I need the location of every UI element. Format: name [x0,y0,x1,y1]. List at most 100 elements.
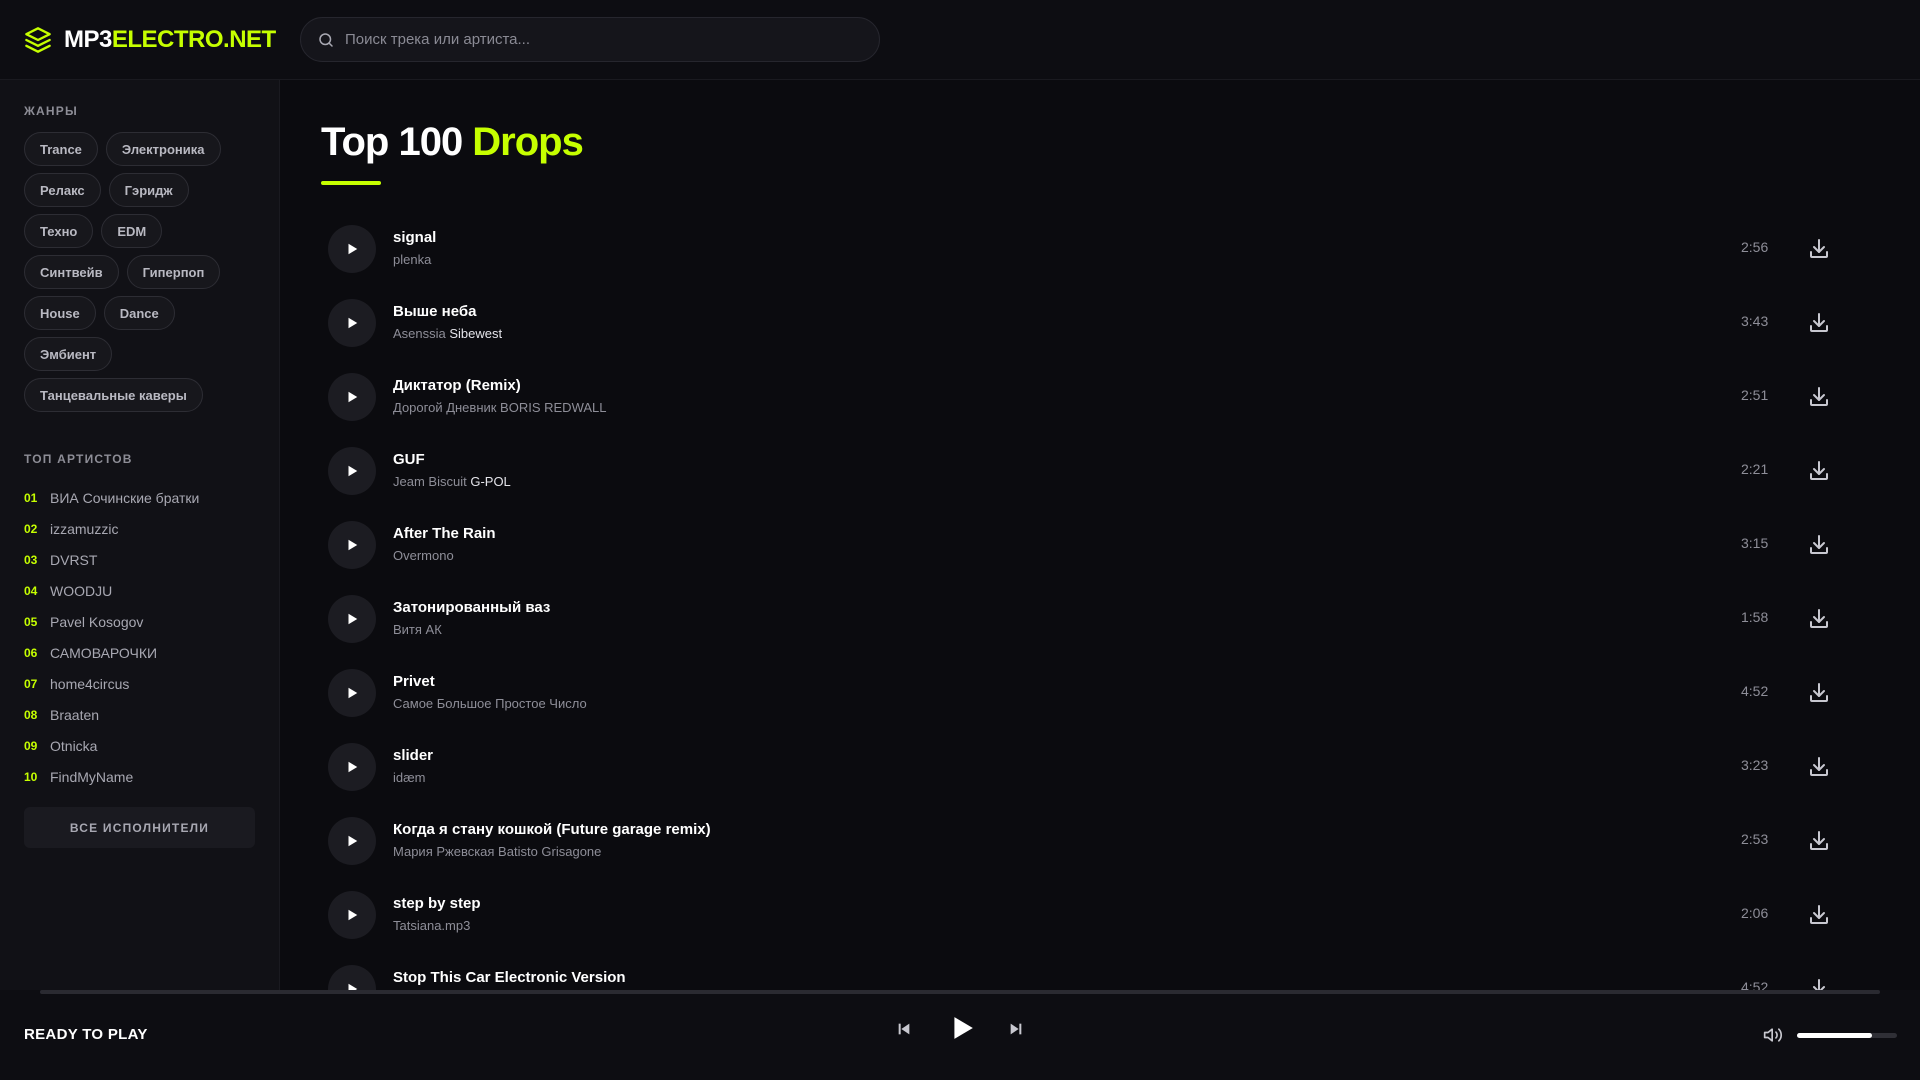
search-bar[interactable] [300,17,880,62]
track-row: Затонированный ваз Витя АК 1:58 [321,582,1881,656]
genre-tag[interactable]: Гиперпоп [126,255,221,289]
download-icon[interactable] [1807,385,1831,409]
genre-tag[interactable]: Танцевальные каверы [24,378,203,412]
header: MP3ELECTRO.NET [0,0,1920,80]
track-title[interactable]: step by step [393,894,481,914]
artist-item[interactable]: 04 WOODJU [24,575,256,606]
genre-tag[interactable]: EDM [101,214,163,248]
track-artist[interactable]: Витя АК [393,622,442,637]
track-play-button[interactable] [328,891,376,939]
logo[interactable]: MP3ELECTRO.NET [24,24,276,56]
artist-item[interactable]: 05 Pavel Kosogov [24,606,256,637]
play-icon [348,539,358,551]
play-icon [348,391,358,403]
track-info: After The Rain Overmono [393,524,496,566]
track-artist[interactable]: Самое Большое Простое Число [393,696,587,711]
track-artist[interactable]: Дорогой Дневник BORIS REDWALL [393,400,607,415]
artist-rank: 03 [24,552,38,567]
track-artist[interactable]: Jeam Biscuit [393,474,467,489]
track-artists: Overmono [393,546,496,566]
track-play-button[interactable] [328,299,376,347]
track-row: signal plenka 2:56 [321,212,1881,286]
track-title[interactable]: Privet [393,672,587,692]
track-duration: 2:51 [1741,387,1769,403]
title-underline [321,181,381,185]
track-title[interactable]: Затонированный ваз [393,598,550,618]
artist-name: Braaten [50,706,100,723]
track-play-button[interactable] [328,965,376,990]
track-row: Диктатор (Remix) Дорогой Дневник BORIS R… [321,360,1881,434]
track-artist[interactable]: Tatsiana.mp3 [393,918,470,933]
artist-item[interactable]: 02 izzamuzzic [24,513,256,544]
track-artist[interactable]: Мария Ржевская Batisto Grisagone [393,844,601,859]
genre-tag[interactable]: Электроника [105,132,221,166]
track-info: Диктатор (Remix) Дорогой Дневник BORIS R… [393,376,607,418]
download-icon[interactable] [1807,755,1831,779]
genre-tag[interactable]: House [24,296,96,330]
track-artists: Asenssia Sibewest [393,324,502,344]
track-artist[interactable]: Asenssia [393,326,446,341]
track-row: slider idæm 3:23 [321,730,1881,804]
next-button[interactable] [1005,1018,1027,1040]
genres-section: ЖАНРЫ Trance Электроника Релакс Гэридж Т… [24,104,264,412]
track-title[interactable]: Выше неба [393,302,502,322]
genre-tag[interactable]: Trance [24,132,98,166]
track-artist-secondary[interactable]: G-POL [470,474,510,489]
track-play-button[interactable] [328,447,376,495]
track-duration: 2:06 [1741,905,1769,921]
download-icon[interactable] [1807,237,1831,261]
track-artist-secondary[interactable]: Sibewest [449,326,502,341]
track-title[interactable]: Когда я стану кошкой (Future garage remi… [393,820,711,840]
download-icon[interactable] [1807,533,1831,557]
genre-tag[interactable]: Dance [103,296,175,330]
track-title[interactable]: Stop This Car Electronic Version [393,968,626,988]
all-artists-button[interactable]: ВСЕ ИСПОЛНИТЕЛИ [24,807,255,848]
search-input[interactable] [345,31,845,48]
genre-tag[interactable]: Синтвейв [24,255,119,289]
track-artist[interactable]: plenka [393,252,431,267]
artist-name: ВИА Сочинские братки [50,489,200,506]
download-icon[interactable] [1807,459,1831,483]
track-info: signal plenka [393,228,436,270]
previous-button[interactable] [893,1018,915,1040]
artist-item[interactable]: 10 FindMyName [24,761,256,792]
play-icon [348,243,358,255]
download-icon[interactable] [1807,607,1831,631]
skip-next-icon [1010,1023,1022,1035]
download-icon[interactable] [1807,311,1831,335]
artist-item[interactable]: 07 home4circus [24,668,256,699]
track-play-button[interactable] [328,595,376,643]
artist-item[interactable]: 03 DVRST [24,544,256,575]
main-play-button[interactable] [946,1012,978,1044]
artist-item[interactable]: 01 ВИА Сочинские братки [24,482,256,513]
track-play-button[interactable] [328,669,376,717]
download-icon[interactable] [1807,903,1831,927]
artist-item[interactable]: 06 САМОВАРОЧКИ [24,637,256,668]
volume-button[interactable] [1762,1024,1784,1046]
track-play-button[interactable] [328,817,376,865]
genre-tag[interactable]: Техно [24,214,94,248]
download-icon[interactable] [1807,829,1831,853]
track-artist[interactable]: Overmono [393,548,454,563]
track-title[interactable]: signal [393,228,436,248]
artist-item[interactable]: 09 Otnicka [24,730,256,761]
genre-tag[interactable]: Эмбиент [24,337,113,371]
track-play-button[interactable] [328,521,376,569]
track-artist[interactable]: idæm [393,770,426,785]
artist-item[interactable]: 08 Braaten [24,699,256,730]
track-title[interactable]: GUF [393,450,511,470]
track-play-button[interactable] [328,743,376,791]
download-icon[interactable] [1807,977,1831,990]
track-title[interactable]: After The Rain [393,524,496,544]
track-title[interactable]: slider [393,746,433,766]
genre-tag[interactable]: Релакс [24,173,101,207]
volume-slider[interactable] [1797,1033,1897,1038]
track-row: Когда я стану кошкой (Future garage remi… [321,804,1881,878]
search-icon [319,32,333,47]
download-icon[interactable] [1807,681,1831,705]
track-play-button[interactable] [328,225,376,273]
genre-tag[interactable]: Гэридж [108,173,189,207]
track-play-button[interactable] [328,373,376,421]
track-title[interactable]: Диктатор (Remix) [393,376,607,396]
progress-bar[interactable] [40,990,1880,994]
